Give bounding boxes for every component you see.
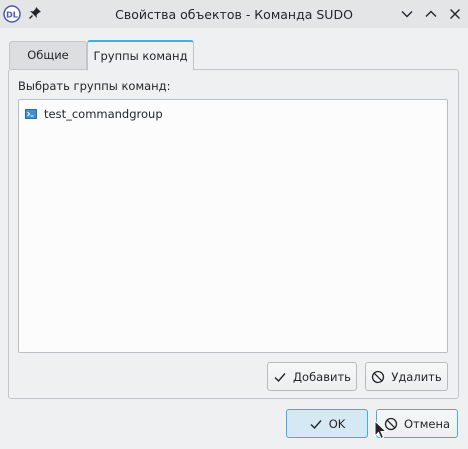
ok-button-label: OK	[328, 416, 346, 431]
check-icon	[274, 372, 286, 382]
maximize-icon	[425, 10, 437, 17]
close-icon	[450, 9, 460, 19]
add-button-label: Добавить	[293, 369, 351, 384]
maximize-button[interactable]	[423, 6, 439, 22]
window-title: Свойства объектов - Команда SUDO	[115, 7, 353, 22]
cancel-button[interactable]: Отмена	[376, 409, 458, 438]
minimize-icon	[401, 11, 413, 18]
tab-general[interactable]: Общие	[9, 41, 87, 69]
check-icon	[310, 419, 322, 429]
ok-button[interactable]: OK	[286, 409, 368, 438]
command-group-icon	[25, 109, 37, 119]
minimize-button[interactable]	[399, 6, 415, 22]
cancel-button-label: Отмена	[403, 416, 451, 431]
mouse-cursor-icon	[374, 420, 388, 440]
title-bar: DL Свойства объектов - Команда SUDO	[0, 0, 468, 28]
add-button[interactable]: Добавить	[267, 362, 357, 391]
remove-button[interactable]: Удалить	[365, 362, 448, 391]
section-label: Выбрать группы команд:	[18, 79, 171, 93]
remove-button-label: Удалить	[391, 369, 442, 384]
close-button[interactable]	[447, 6, 463, 22]
list-item-label: test_commandgroup	[44, 107, 163, 121]
command-group-list[interactable]: test_commandgroup	[18, 99, 448, 353]
cancel-icon	[372, 370, 385, 383]
list-item[interactable]: test_commandgroup	[25, 106, 163, 122]
tab-command-groups[interactable]: Группы команд	[87, 40, 194, 71]
